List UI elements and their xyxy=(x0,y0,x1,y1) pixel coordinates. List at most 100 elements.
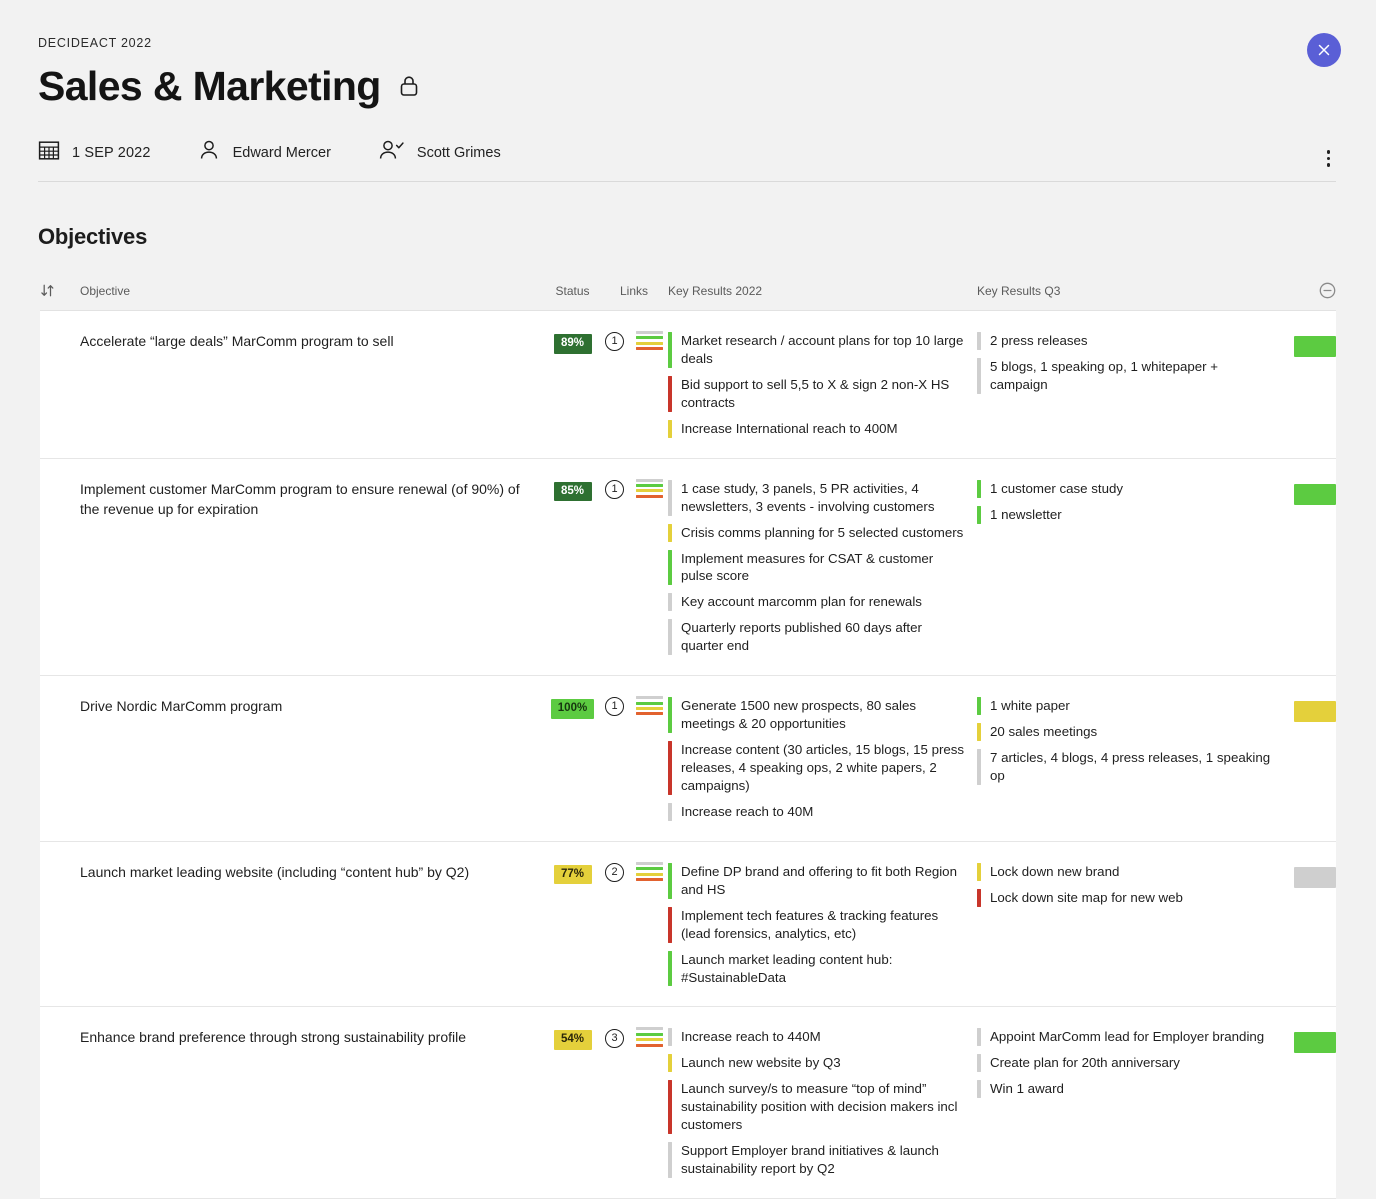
key-result-item[interactable]: Launch new website by Q3 xyxy=(668,1054,967,1073)
status-bars-icon[interactable] xyxy=(636,1027,663,1047)
key-result-status-bar xyxy=(977,479,981,498)
key-result-item[interactable]: Appoint MarComm lead for Employer brandi… xyxy=(977,1028,1279,1047)
page-header: DECIDEACT 2022 Sales & Marketing xyxy=(0,0,1376,107)
row-status-chip[interactable] xyxy=(1294,336,1336,357)
key-result-item[interactable]: Launch survey/s to measure “top of mind”… xyxy=(668,1080,967,1135)
status-bar-segment xyxy=(636,877,663,881)
key-result-status-bar xyxy=(977,1080,981,1099)
key-result-item[interactable]: Support Employer brand initiatives & lau… xyxy=(668,1142,967,1178)
key-result-status-bar xyxy=(977,357,981,394)
key-result-item[interactable]: Increase International reach to 400M xyxy=(668,419,967,438)
column-header-status[interactable]: Status xyxy=(541,284,604,298)
key-result-item[interactable]: Lock down new brand xyxy=(977,862,1279,881)
status-badge[interactable]: 89% xyxy=(553,334,592,354)
key-result-item[interactable]: Crisis comms planning for 5 selected cus… xyxy=(668,523,967,542)
row-status-chip-cell xyxy=(1279,1028,1336,1178)
objective-title: Drive Nordic MarComm program xyxy=(80,698,283,715)
links-count-badge[interactable]: 1 xyxy=(605,697,624,717)
key-result-status-bar xyxy=(977,723,981,742)
key-result-item[interactable]: 1 white paper xyxy=(977,697,1279,716)
key-result-text: 2 press releases xyxy=(990,333,1088,348)
column-header-key-results-q3[interactable]: Key Results Q3 xyxy=(967,284,1279,298)
status-badge[interactable]: 100% xyxy=(550,699,595,719)
key-result-item[interactable]: Market research / account plans for top … xyxy=(668,332,967,368)
close-button[interactable] xyxy=(1307,33,1341,67)
key-result-item[interactable]: Key account marcomm plan for renewals xyxy=(668,593,967,612)
links-count-badge[interactable]: 1 xyxy=(605,479,624,499)
row-status-chip[interactable] xyxy=(1294,483,1336,505)
kebab-dot xyxy=(1326,150,1330,154)
meta-date-item[interactable]: 1 SEP 2022 xyxy=(38,139,151,166)
status-bar-segment xyxy=(636,701,663,705)
key-result-text: Win 1 award xyxy=(990,1081,1064,1097)
key-result-status-bar xyxy=(668,593,672,612)
status-bars-icon[interactable] xyxy=(636,331,663,351)
table-row[interactable]: Launch market leading website (including… xyxy=(40,841,1336,1008)
key-result-item[interactable]: 20 sales meetings xyxy=(977,723,1279,742)
links-cell: 1 xyxy=(604,331,664,438)
kebab-menu-icon[interactable] xyxy=(1321,148,1337,169)
key-result-item[interactable]: Generate 1500 new prospects, 80 sales me… xyxy=(668,697,967,734)
status-bars-icon[interactable] xyxy=(636,478,663,498)
table-row[interactable]: Drive Nordic MarComm program 100% 1 Generat… xyxy=(40,676,1336,842)
row-status-chip[interactable] xyxy=(1294,1032,1336,1054)
key-result-item[interactable]: 5 blogs, 1 speaking op, 1 whitepaper + c… xyxy=(977,357,1279,394)
key-result-status-bar xyxy=(668,1028,672,1047)
status-badge[interactable]: 77% xyxy=(553,864,592,885)
table-row[interactable]: Enhance brand preference through strong … xyxy=(40,1007,1336,1199)
key-result-text: Generate 1500 new prospects, 80 sales me… xyxy=(681,698,917,732)
key-result-item[interactable]: 1 case study, 3 panels, 5 PR activities,… xyxy=(668,479,967,516)
table-row[interactable]: Implement customer MarComm program to en… xyxy=(40,458,1336,677)
row-status-chip[interactable] xyxy=(1294,701,1336,723)
key-result-text: Define DP brand and offering to fit both… xyxy=(681,863,957,897)
links-cell: 1 xyxy=(604,696,664,821)
meta-approver-name: Scott Grimes xyxy=(416,144,501,161)
links-count-badge[interactable]: 2 xyxy=(605,862,624,882)
key-result-item[interactable]: Increase content (30 articles, 15 blogs,… xyxy=(668,741,967,795)
column-header-key-results-2022[interactable]: Key Results 2022 xyxy=(664,284,967,298)
key-result-item[interactable]: Define DP brand and offering to fit both… xyxy=(668,862,967,899)
status-cell: 54% xyxy=(541,1028,604,1178)
status-cell: 89% xyxy=(541,332,604,438)
key-result-item[interactable]: Increase reach to 40M xyxy=(668,802,967,821)
status-badge[interactable]: 54% xyxy=(553,1030,592,1051)
collapse-all-button[interactable] xyxy=(1279,282,1336,299)
status-bar-segment xyxy=(636,1032,663,1036)
key-result-text: Support Employer brand initiatives & lau… xyxy=(681,1143,939,1177)
key-result-item[interactable]: Lock down site map for new web xyxy=(977,888,1279,907)
status-cell: 85% xyxy=(541,480,604,656)
key-result-item[interactable]: 1 customer case study xyxy=(977,479,1279,498)
row-status-chip[interactable] xyxy=(1294,866,1336,888)
links-count-badge[interactable]: 1 xyxy=(605,332,624,352)
key-result-status-bar xyxy=(668,1080,672,1135)
column-header-objective[interactable]: Objective xyxy=(78,284,541,298)
key-result-item[interactable]: Quarterly reports published 60 days afte… xyxy=(668,619,967,656)
key-result-text: Launch survey/s to measure “top of mind”… xyxy=(681,1081,958,1133)
status-bars-icon[interactable] xyxy=(636,861,663,881)
key-result-item[interactable]: Launch market leading content hub: #Sust… xyxy=(668,950,967,987)
status-bars-icon[interactable] xyxy=(636,696,663,716)
key-result-item[interactable]: Win 1 award xyxy=(977,1080,1279,1099)
sort-button[interactable] xyxy=(40,283,78,298)
links-count-badge[interactable]: 3 xyxy=(605,1028,624,1048)
key-result-item[interactable]: Create plan for 20th anniversary xyxy=(977,1054,1279,1073)
meta-approver-item[interactable]: Scott Grimes xyxy=(377,138,501,167)
meta-row: 1 SEP 2022 Edward Mercer Scott Grimes xyxy=(38,140,1336,182)
key-result-item[interactable]: Implement measures for CSAT & customer p… xyxy=(668,549,967,586)
page-title: Sales & Marketing xyxy=(38,63,381,109)
table-row[interactable]: Accelerate “large deals” MarComm program… xyxy=(40,311,1336,459)
row-status-chip-cell xyxy=(1279,480,1336,656)
table-header-row: Objective Status Links Key Results 2022 … xyxy=(40,282,1336,310)
table-body: Accelerate “large deals” MarComm program… xyxy=(40,310,1336,1199)
key-result-status-bar xyxy=(977,888,981,907)
key-result-item[interactable]: 2 press releases xyxy=(977,332,1279,350)
key-result-item[interactable]: Implement tech features & tracking featu… xyxy=(668,906,967,943)
status-badge[interactable]: 85% xyxy=(553,481,592,502)
key-result-item[interactable]: 7 articles, 4 blogs, 4 press releases, 1… xyxy=(977,749,1279,785)
key-result-item[interactable]: Bid support to sell 5,5 to X & sign 2 no… xyxy=(668,375,967,412)
key-result-item[interactable]: 1 newsletter xyxy=(977,505,1279,524)
column-header-links[interactable]: Links xyxy=(604,284,664,298)
key-result-status-bar xyxy=(668,479,672,516)
meta-owner-item[interactable]: Edward Mercer xyxy=(197,138,331,167)
key-result-item[interactable]: Increase reach to 440M xyxy=(668,1028,967,1047)
